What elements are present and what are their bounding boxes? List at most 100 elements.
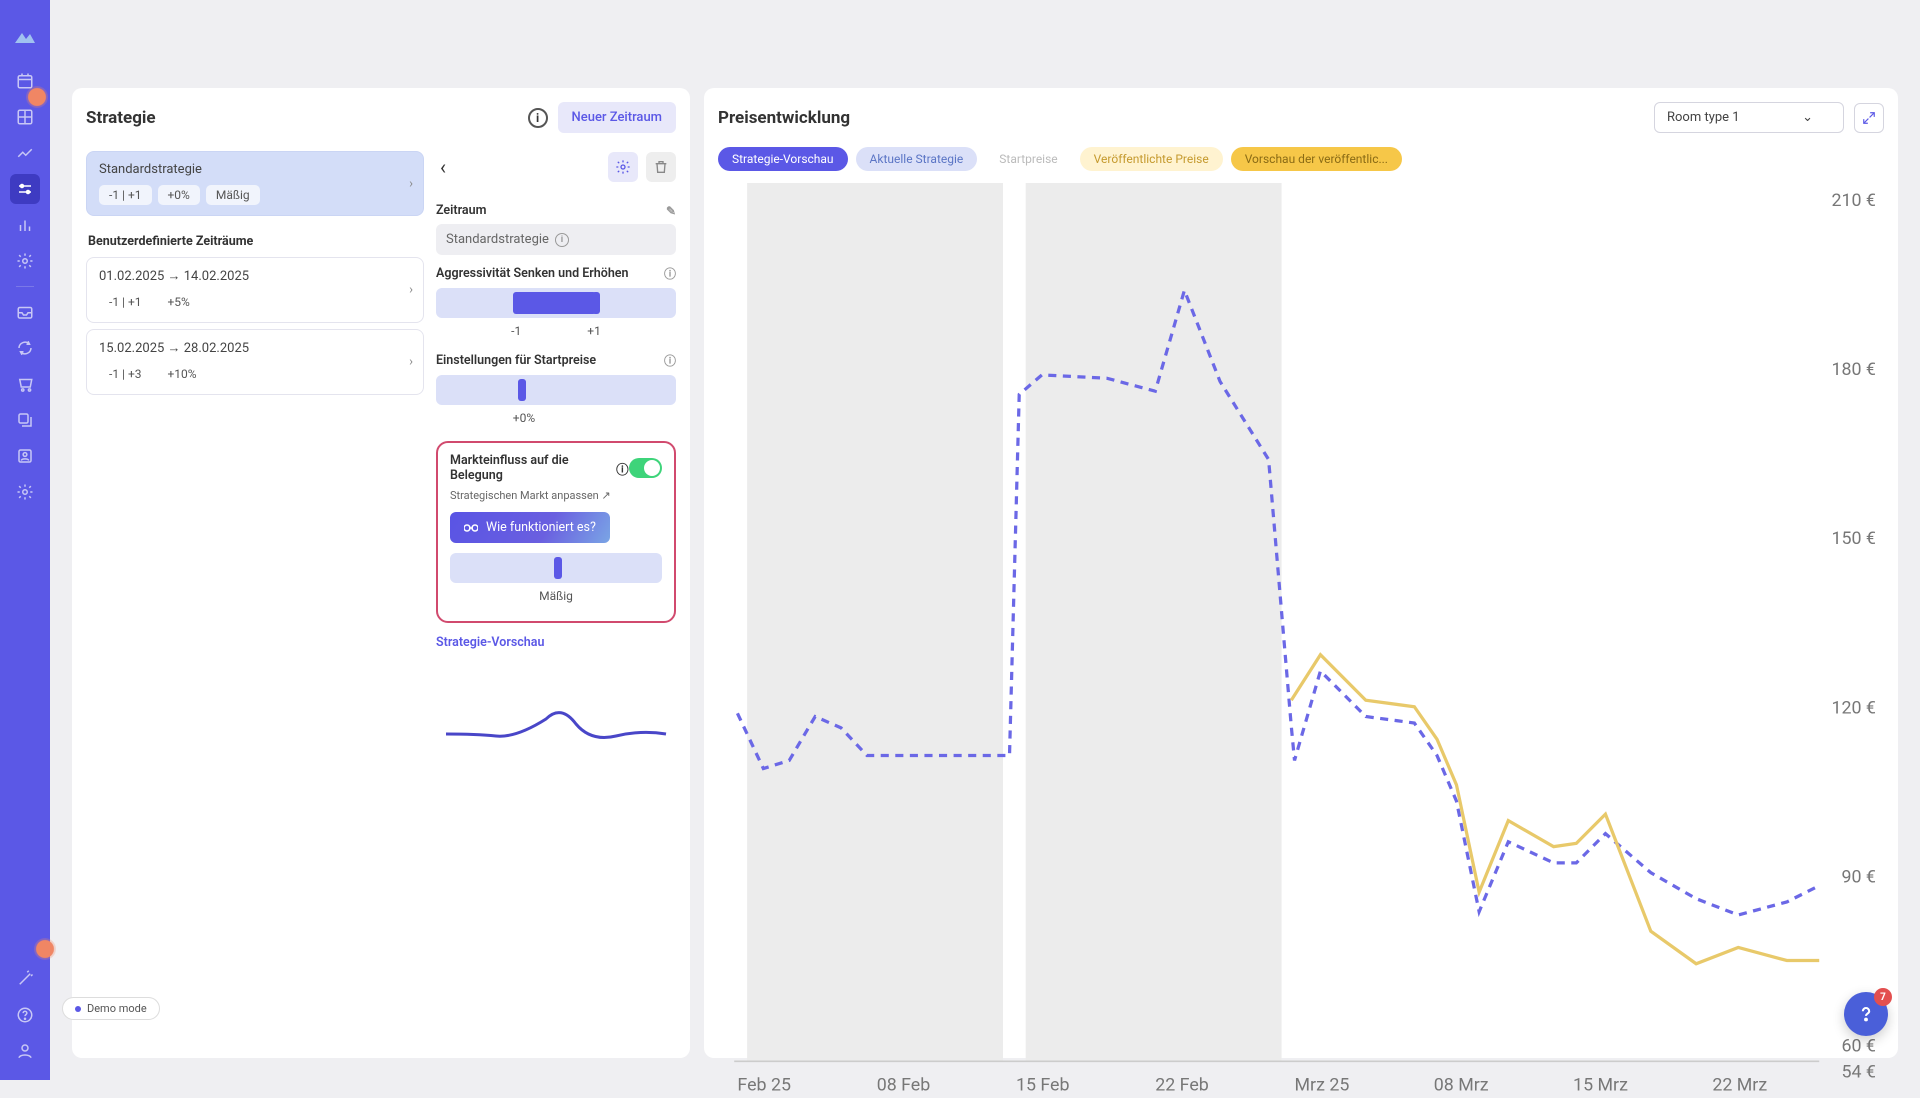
info-icon[interactable]: ⓘ: [664, 265, 676, 282]
svg-text:22 Mrz: 22 Mrz: [1712, 1075, 1767, 1094]
custom-periods-label: Benutzerdefinierte Zeiträume: [88, 234, 424, 249]
help-icon: [1855, 1003, 1877, 1025]
nav-reports-icon[interactable]: [10, 210, 40, 240]
legend-published[interactable]: Veröffentlichte Preise: [1080, 147, 1223, 171]
svg-text:210 €: 210 €: [1831, 190, 1875, 211]
market-label: Markteinfluss auf die Belegung: [450, 453, 610, 483]
page-title: Strategie: [86, 108, 156, 128]
aggr-label: Aggressivität Senken und Erhöhen: [436, 266, 629, 281]
svg-text:08 Mrz: 08 Mrz: [1434, 1075, 1489, 1094]
gear-icon[interactable]: [608, 152, 638, 182]
back-button[interactable]: ‹: [436, 151, 450, 183]
svg-text:08 Feb: 08 Feb: [877, 1075, 931, 1094]
nav-inbox-icon[interactable]: [10, 297, 40, 327]
svg-text:Feb 25: Feb 25: [737, 1075, 791, 1094]
legend-start[interactable]: Startpreise: [985, 147, 1071, 171]
period-value-box: Standardstrategie i: [436, 224, 676, 255]
svg-text:15 Mrz: 15 Mrz: [1573, 1075, 1628, 1094]
help-badge: 7: [1874, 988, 1892, 1006]
sidebar: [0, 0, 50, 1080]
help-fab-button[interactable]: 7: [1844, 992, 1888, 1036]
nav-cart-icon[interactable]: [10, 369, 40, 399]
info-icon[interactable]: ⓘ: [616, 459, 629, 478]
start-label: Einstellungen für Startpreise: [436, 353, 596, 368]
svg-text:120 €: 120 €: [1831, 697, 1875, 718]
start-pct: +0%: [436, 411, 676, 425]
room-type-select[interactable]: Room type 1 ⌄: [1654, 102, 1844, 133]
strategy-detail: ‹ Zeitraum ✎ Standardstrategie i Aggressi…: [436, 151, 676, 1044]
start-slider[interactable]: [436, 375, 676, 405]
aggr-slider[interactable]: [436, 288, 676, 318]
svg-text:15 Feb: 15 Feb: [1016, 1075, 1070, 1094]
svg-text:180 €: 180 €: [1831, 359, 1875, 380]
svg-text:22 Feb: 22 Feb: [1155, 1075, 1209, 1094]
nav-user-icon[interactable]: [10, 441, 40, 471]
aggr-low: -1: [511, 324, 521, 338]
market-slider[interactable]: [450, 553, 662, 583]
demo-mode-badge: Demo mode: [62, 997, 160, 1020]
how-btn-label: Wie funktioniert es?: [486, 520, 596, 535]
info-icon[interactable]: i: [528, 108, 548, 128]
chevron-right-icon: ›: [409, 355, 413, 370]
svg-text:150 €: 150 €: [1831, 528, 1875, 549]
app-logo: [13, 14, 37, 60]
nav-sync-icon[interactable]: [10, 333, 40, 363]
aggr-chip: -1 | +1: [99, 185, 152, 205]
info-icon[interactable]: i: [555, 233, 569, 247]
legend-preview[interactable]: Strategie-Vorschau: [718, 147, 848, 171]
strategy-card-standard[interactable]: Standardstrategie -1 | +1 +0% Mäßig ›: [86, 151, 424, 216]
price-trend-title: Preisentwicklung: [718, 108, 850, 128]
mini-preview-chart: [436, 654, 676, 774]
svg-text:Mrz 25: Mrz 25: [1295, 1075, 1350, 1094]
nav-strategy-icon[interactable]: [10, 174, 40, 204]
chevron-right-icon: ›: [409, 176, 413, 191]
level-chip: Mäßig: [206, 185, 260, 205]
card-title: Standardstrategie: [99, 162, 411, 177]
nav-profile-icon[interactable]: [10, 1036, 40, 1066]
trash-icon[interactable]: [646, 152, 676, 182]
aggr-chip: -1 | +1: [99, 292, 152, 312]
strategy-panel: Strategie i Neuer Zeitraum Standardstrat…: [72, 88, 690, 1058]
nav-wand-icon[interactable]: [10, 964, 40, 994]
nav-layers-icon[interactable]: [10, 405, 40, 435]
market-toggle[interactable]: [629, 458, 662, 478]
sidebar-divider: [16, 286, 34, 287]
strategy-card-period[interactable]: 01.02.2025 → 14.02.2025 -1 | +1 +5% ›: [86, 257, 424, 323]
pulse-dot: [34, 938, 56, 960]
pulse-dot: [26, 86, 48, 108]
link-icon: [464, 523, 478, 533]
strategy-card-period[interactable]: 15.02.2025 → 28.02.2025 -1 | +3 +10% ›: [86, 329, 424, 395]
price-chart: 210 € 180 € 150 € 120 € 90 € 60 € 54 € F…: [718, 183, 1884, 1094]
nav-help-icon[interactable]: [10, 1000, 40, 1030]
nav-settings2-icon[interactable]: [10, 477, 40, 507]
pct-chip: +0%: [158, 185, 200, 205]
market-level: Mäßig: [450, 589, 662, 603]
chevron-right-icon: ›: [409, 283, 413, 298]
nav-settings-icon[interactable]: [10, 246, 40, 276]
pct-chip: +10%: [158, 364, 207, 384]
main-content: Strategie i Neuer Zeitraum Standardstrat…: [50, 0, 1920, 1080]
how-it-works-button[interactable]: Wie funktioniert es?: [450, 512, 610, 543]
aggr-chip: -1 | +3: [99, 364, 152, 384]
svg-text:54 €: 54 €: [1841, 1062, 1875, 1083]
pct-chip: +5%: [158, 292, 200, 312]
expand-button[interactable]: [1854, 103, 1884, 133]
card-title: 01.02.2025 → 14.02.2025: [99, 268, 411, 284]
edit-icon[interactable]: ✎: [666, 204, 676, 218]
legend-current[interactable]: Aktuelle Strategie: [856, 147, 978, 171]
market-influence-section: Markteinfluss auf die Belegung ⓘ Strateg…: [436, 441, 676, 623]
preview-label: Strategie-Vorschau: [436, 635, 676, 650]
strategies-list: Standardstrategie -1 | +1 +0% Mäßig › Be…: [86, 151, 424, 1044]
card-title: 15.02.2025 → 28.02.2025: [99, 340, 411, 356]
market-sublink[interactable]: Strategischen Markt anpassen ↗: [450, 489, 662, 502]
new-period-button[interactable]: Neuer Zeitraum: [558, 102, 676, 133]
chart-legend: Strategie-Vorschau Aktuelle Strategie St…: [718, 147, 1884, 171]
period-label: Zeitraum: [436, 203, 486, 218]
price-trend-panel: Preisentwicklung Room type 1 ⌄ Strategie…: [704, 88, 1898, 1058]
nav-analytics-icon[interactable]: [10, 138, 40, 168]
info-icon[interactable]: ⓘ: [664, 352, 676, 369]
legend-pub-preview[interactable]: Vorschau der veröffentlic...: [1231, 147, 1402, 171]
svg-text:60 €: 60 €: [1841, 1036, 1875, 1057]
aggr-high: +1: [587, 324, 601, 338]
period-value: Standardstrategie: [446, 232, 549, 247]
